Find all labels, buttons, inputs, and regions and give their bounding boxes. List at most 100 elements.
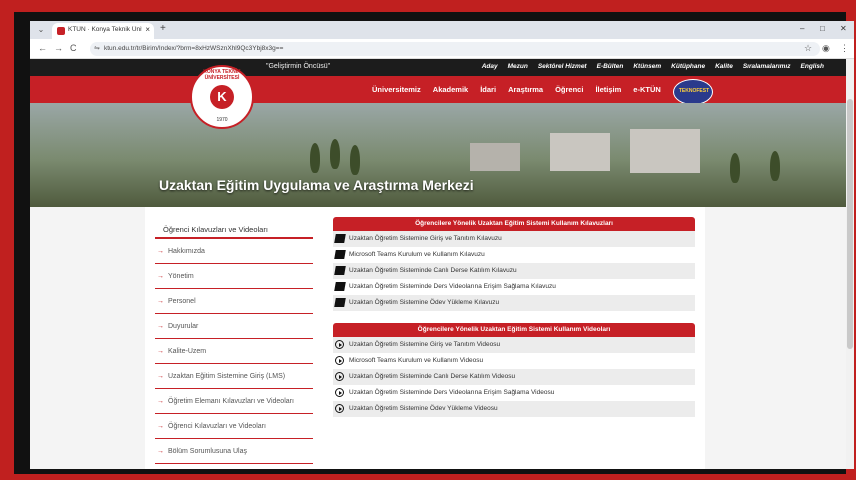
play-icon bbox=[335, 404, 344, 413]
building-image bbox=[550, 133, 610, 171]
guide-link[interactable]: Microsoft Teams Kurulum ve Kullanım Kıla… bbox=[333, 247, 695, 263]
sidebar-item-duyurular[interactable]: → Duyurular bbox=[155, 314, 313, 339]
profile-icon[interactable]: ◉ bbox=[822, 43, 830, 54]
teknofest-badge[interactable]: TEKNOFEST bbox=[673, 79, 713, 105]
scrollbar-thumb[interactable] bbox=[847, 99, 853, 349]
back-icon[interactable]: ← bbox=[38, 43, 47, 53]
new-tab-button[interactable]: + bbox=[160, 23, 166, 34]
sidebar-item-hakkimizda[interactable]: → Hakkımızda bbox=[155, 239, 313, 264]
reload-icon[interactable]: C bbox=[70, 43, 77, 53]
arrow-icon: → bbox=[157, 248, 164, 255]
video-link[interactable]: Uzaktan Öğretim Sisteminde Ders Videolar… bbox=[333, 385, 695, 401]
top-bar: "Geliştirmin Öncüsü" Aday Mezun Sektörel… bbox=[30, 59, 854, 76]
forward-icon[interactable]: → bbox=[54, 43, 63, 53]
address-bar: ← → C ⇋ ktun.edu.tr/tr/Birim/Index/?brm=… bbox=[30, 39, 854, 59]
nav-universitemiz[interactable]: Üniversitemiz bbox=[372, 85, 421, 94]
play-icon bbox=[335, 356, 344, 365]
top-link-kalite[interactable]: Kalite bbox=[715, 63, 733, 70]
book-icon bbox=[334, 298, 346, 307]
nav-idari[interactable]: İdari bbox=[480, 85, 496, 94]
building-image bbox=[630, 129, 700, 173]
guide-link[interactable]: Uzaktan Öğretim Sisteminde Canlı Derse K… bbox=[333, 263, 695, 279]
tree-image bbox=[330, 139, 340, 169]
main-nav: Üniversitemiz Akademik İdari Araştırma Ö… bbox=[30, 76, 854, 105]
sidebar-heading: Öğrenci Kılavuzları ve Videoları bbox=[155, 217, 313, 239]
menu-icon[interactable]: ⋮ bbox=[840, 43, 849, 54]
top-link-ktunsem[interactable]: Ktünsem bbox=[633, 63, 661, 70]
content-area: Öğrenci Kılavuzları ve Videoları → Hakkım… bbox=[145, 207, 705, 469]
nav-iletisim[interactable]: İletişim bbox=[595, 85, 621, 94]
guides-list: Uzaktan Öğretim Sistemine Giriş ve Tanıt… bbox=[333, 231, 695, 311]
site-info-icon[interactable]: ⇋ bbox=[94, 44, 100, 52]
logo-ring-text: KONYA TEKNİK ÜNİVERSİTESİ bbox=[203, 69, 241, 81]
video-link[interactable]: Uzaktan Öğretim Sistemine Giriş ve Tanıt… bbox=[333, 337, 695, 353]
minimize-button[interactable]: – bbox=[800, 24, 804, 33]
top-link-ebulten[interactable]: E-Bülten bbox=[597, 63, 624, 70]
arrow-icon: → bbox=[157, 323, 164, 330]
active-tab[interactable]: KTÜN · Konya Teknik Üniversit... × bbox=[52, 23, 154, 39]
top-link-english[interactable]: English bbox=[801, 63, 824, 70]
top-link-mezun[interactable]: Mezun bbox=[508, 63, 528, 70]
url-text: ktun.edu.tr/tr/Birim/Index/?brm=8xHzWSzn… bbox=[104, 45, 284, 52]
arrow-icon: → bbox=[157, 448, 164, 455]
tab-close-icon[interactable]: × bbox=[145, 25, 150, 34]
main-panel: Öğrencilere Yönelik Uzaktan Eğitim Siste… bbox=[333, 217, 695, 417]
tree-image bbox=[310, 143, 320, 173]
arrow-icon: → bbox=[157, 273, 164, 280]
top-links: Aday Mezun Sektörel Hizmet E-Bülten Ktün… bbox=[482, 63, 824, 70]
top-link-aday[interactable]: Aday bbox=[482, 63, 498, 70]
book-icon bbox=[334, 234, 346, 243]
arrow-icon: → bbox=[157, 348, 164, 355]
maximize-button[interactable]: □ bbox=[820, 24, 825, 33]
building-image bbox=[470, 143, 520, 171]
university-logo[interactable]: KONYA TEKNİK ÜNİVERSİTESİ K 1970 bbox=[190, 65, 254, 129]
book-icon bbox=[334, 266, 346, 275]
arrow-icon: → bbox=[157, 398, 164, 405]
favicon-icon bbox=[57, 27, 65, 35]
nav-arastirma[interactable]: Araştırma bbox=[508, 85, 543, 94]
sidebar-item-yonetim[interactable]: → Yönetim bbox=[155, 264, 313, 289]
play-icon bbox=[335, 340, 344, 349]
tab-list-icon[interactable]: ⌄ bbox=[36, 25, 46, 35]
logo-letter: K bbox=[217, 89, 227, 104]
guide-link[interactable]: Uzaktan Öğretim Sisteminde Ders Videolar… bbox=[333, 279, 695, 295]
web-page: "Geliştirmin Öncüsü" Aday Mezun Sektörel… bbox=[30, 59, 854, 469]
sidebar-item-ogretim-elemani[interactable]: → Öğretim Elemanı Kılavuzları ve Videolar… bbox=[155, 389, 313, 414]
tab-bar: ⌄ KTÜN · Konya Teknik Üniversit... × + –… bbox=[30, 21, 854, 39]
arrow-icon: → bbox=[157, 298, 164, 305]
page-scrollbar[interactable] bbox=[846, 59, 854, 469]
browser-window: ⌄ KTÜN · Konya Teknik Üniversit... × + –… bbox=[30, 21, 854, 469]
book-icon bbox=[334, 250, 346, 259]
arrow-icon: → bbox=[157, 373, 164, 380]
top-link-siralamalar[interactable]: Sıralamalarımız bbox=[743, 63, 791, 70]
guide-link[interactable]: Uzaktan Öğretim Sistemine Ödev Yükleme K… bbox=[333, 295, 695, 311]
bookmark-star-icon[interactable]: ☆ bbox=[804, 43, 812, 54]
sidebar-item-lms[interactable]: → Uzaktan Eğitim Sistemine Giriş (LMS) bbox=[155, 364, 313, 389]
top-link-kutuphane[interactable]: Kütüphane bbox=[671, 63, 705, 70]
nav-ogrenci[interactable]: Öğrenci bbox=[555, 85, 583, 94]
badge-text: TEKNOFEST bbox=[678, 88, 710, 94]
hero-banner: Uzaktan Eğitim Uygulama ve Araştırma Mer… bbox=[30, 103, 854, 207]
video-link[interactable]: Uzaktan Öğretim Sistemine Ödev Yükleme V… bbox=[333, 401, 695, 417]
sidebar-item-kalite-uzem[interactable]: → Kalite-Uzem bbox=[155, 339, 313, 364]
tree-image bbox=[770, 151, 780, 181]
guides-heading: Öğrencilere Yönelik Uzaktan Eğitim Siste… bbox=[333, 217, 695, 231]
video-link[interactable]: Microsoft Teams Kurulum ve Kullanım Vide… bbox=[333, 353, 695, 369]
guide-link[interactable]: Uzaktan Öğretim Sistemine Giriş ve Tanıt… bbox=[333, 231, 695, 247]
top-link-sektorel[interactable]: Sektörel Hizmet bbox=[538, 63, 587, 70]
nav-akademik[interactable]: Akademik bbox=[433, 85, 468, 94]
tab-title: KTÜN · Konya Teknik Üniversit... bbox=[68, 26, 142, 33]
tagline: "Geliştirmin Öncüsü" bbox=[266, 63, 331, 70]
book-icon bbox=[334, 282, 346, 291]
url-field[interactable]: ⇋ ktun.edu.tr/tr/Birim/Index/?brm=8xHzWS… bbox=[90, 42, 820, 56]
play-icon bbox=[335, 388, 344, 397]
nav-e-ktun[interactable]: e-KTÜN bbox=[633, 85, 661, 94]
sidebar-item-bolum-sorumlusu[interactable]: → Bölüm Sorumlusuna Ulaş bbox=[155, 439, 313, 464]
close-window-button[interactable]: ✕ bbox=[840, 24, 847, 33]
tree-image bbox=[350, 145, 360, 175]
tree-image bbox=[730, 153, 740, 183]
video-link[interactable]: Uzaktan Öğretim Sisteminde Canlı Derse K… bbox=[333, 369, 695, 385]
sidebar-item-personel[interactable]: → Personel bbox=[155, 289, 313, 314]
sidebar-item-ogrenci[interactable]: → Öğrenci Kılavuzları ve Videoları bbox=[155, 414, 313, 439]
